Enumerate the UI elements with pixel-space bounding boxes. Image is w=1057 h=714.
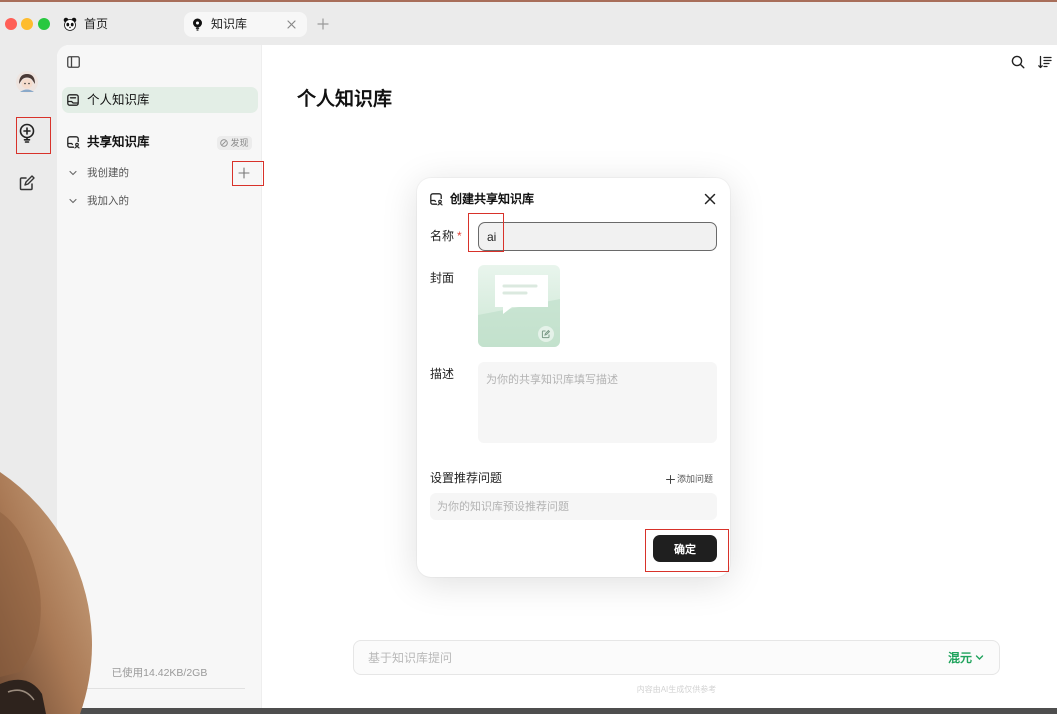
tab-knowledge[interactable]: 知识库 [184,12,307,37]
compass-icon [220,139,229,147]
cover-image[interactable] [478,265,560,347]
required-mark: * [457,229,462,243]
add-knowledge-base-icon[interactable] [238,167,250,179]
questions-label: 设置推荐问题 [430,471,503,485]
sidebar-group-joined-label: 我加入的 [87,195,129,207]
create-shared-kb-dialog: 创建共享知识库 名称* 封面 描述 设置推荐问题 添加 [417,178,730,577]
sidebar-item-personal[interactable]: 个人知识库 [62,87,258,113]
close-icon[interactable] [704,193,716,205]
chevron-down-icon [69,169,77,177]
discover-label: 发现 [230,138,249,148]
tab-home[interactable]: 首页 [63,17,108,33]
sidebar-group-created[interactable]: 我创建的 [65,165,215,181]
webcam-overlay [0,472,92,714]
add-question-button[interactable]: 添加问题 [666,472,713,486]
name-label-text: 名称 [430,229,455,243]
discover-button[interactable]: 发现 [217,136,252,150]
knowledge-base-icon [67,94,79,106]
sidebar-group-created-label: 我创建的 [87,167,129,179]
lightbulb-icon [191,18,204,31]
chat-input[interactable] [368,641,928,674]
knowledge-bulb-icon[interactable] [18,123,36,143]
avatar[interactable] [16,71,38,93]
zoom-window-button[interactable] [38,18,50,30]
page-title: 个人知识库 [297,89,393,110]
shared-knowledge-icon [67,136,80,149]
plus-icon [666,474,675,484]
model-selector[interactable]: 混元 [948,641,984,674]
sidebar-item-shared-label: 共享知识库 [87,135,150,149]
shared-knowledge-icon [430,193,443,206]
screen-bottom-edge [0,708,1057,714]
name-label: 名称 * [430,229,462,243]
tab-home-label: 首页 [84,17,109,31]
ai-disclaimer: 内容由AI生成仅供参考 [636,685,717,694]
sort-icon[interactable] [1038,55,1052,69]
name-input[interactable] [478,222,717,251]
sidebar-toggle-icon[interactable] [67,56,80,68]
edit-icon[interactable] [19,175,35,191]
description-input[interactable] [478,362,717,443]
chat-input-bar: 混元 [353,640,1000,675]
sidebar-divider [75,688,245,689]
cover-label: 封面 [430,271,455,285]
sidebar-item-shared[interactable]: 共享知识库 [62,132,212,152]
add-question-label: 添加问题 [677,474,714,484]
model-label: 混元 [948,651,973,665]
dialog-title: 创建共享知识库 [450,192,535,206]
sidebar-group-joined[interactable]: 我加入的 [65,193,215,209]
chevron-down-icon [69,197,77,205]
search-icon[interactable] [1011,55,1025,69]
screen-top-edge [0,0,1057,2]
close-window-button[interactable] [5,18,17,30]
confirm-button[interactable]: 确定 [653,535,717,562]
desc-label: 描述 [430,367,455,381]
chevron-down-icon [975,653,984,662]
edit-cover-icon[interactable] [538,326,554,342]
panda-icon [63,17,77,31]
new-tab-icon[interactable] [317,18,329,30]
recommended-question-input[interactable] [430,493,717,520]
minimize-window-button[interactable] [21,18,33,30]
sidebar-item-personal-label: 个人知识库 [87,93,150,107]
tab-close-icon[interactable] [286,19,297,30]
tab-knowledge-label: 知识库 [211,17,248,31]
app-window: 首页 知识库 个人知识库 共享知识库 发现 我创建的 我加入的 已使用14.42… [0,0,1057,714]
